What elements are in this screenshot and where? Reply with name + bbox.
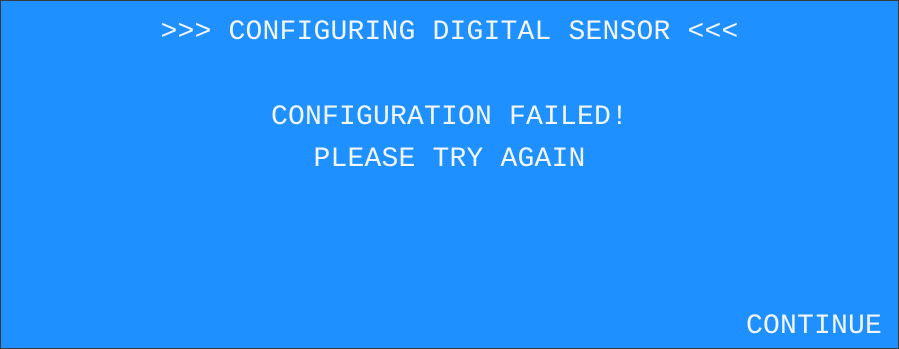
retry-instruction: PLEASE TRY AGAIN <box>313 144 586 175</box>
error-message: CONFIGURATION FAILED! <box>270 102 629 133</box>
sensor-config-screen: >>> CONFIGURING DIGITAL SENSOR <<< CONFI… <box>0 0 899 349</box>
screen-title: >>> CONFIGURING DIGITAL SENSOR <<< <box>160 17 739 48</box>
continue-button[interactable]: CONTINUE <box>746 310 882 344</box>
